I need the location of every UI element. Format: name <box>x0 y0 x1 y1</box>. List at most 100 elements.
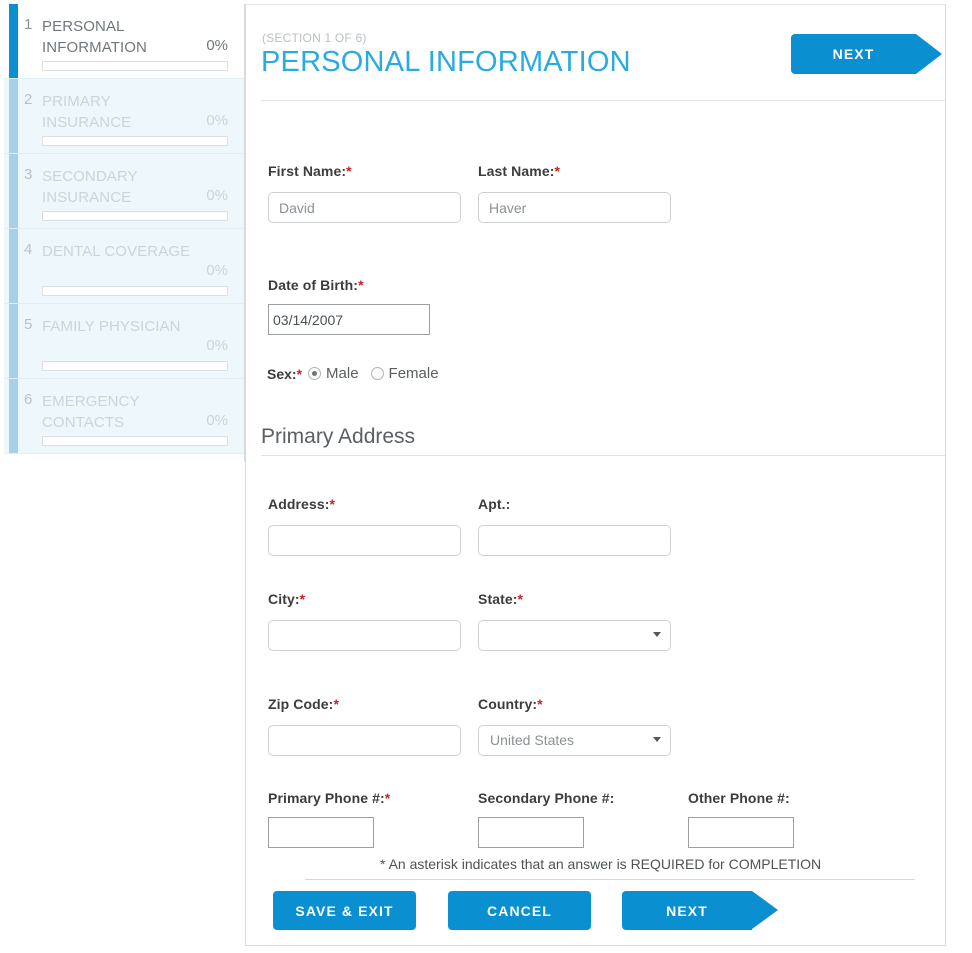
last-name-input[interactable] <box>478 192 671 223</box>
page-title: PERSONAL INFORMATION <box>261 46 631 78</box>
country-label-text: Country: <box>478 696 538 712</box>
step-label: EMERGENCY CONTACTS <box>42 393 140 431</box>
sex-option-male[interactable]: Male <box>308 365 359 382</box>
country-select[interactable]: United States <box>478 725 671 756</box>
step-progress-bar <box>42 436 228 446</box>
zip-code-label-text: Zip Code: <box>268 696 334 712</box>
footer-divider <box>305 879 915 880</box>
step-accent-bar <box>9 304 18 378</box>
sidebar-step-6[interactable]: 6 EMERGENCY CONTACTS 0% <box>4 379 244 454</box>
city-label-text: City: <box>268 591 300 607</box>
cancel-button[interactable]: CANCEL <box>448 891 591 930</box>
zip-code-label: Zip Code:* <box>268 696 339 712</box>
other-phone-input[interactable] <box>688 817 794 848</box>
sidebar-step-4[interactable]: 4 DENTAL COVERAGE 0% <box>4 229 244 304</box>
sex-required-asterisk: * <box>296 365 303 382</box>
primary-phone-input[interactable] <box>268 817 374 848</box>
step-progress-bar <box>42 61 228 71</box>
state-select[interactable] <box>478 620 671 651</box>
date-of-birth-input[interactable] <box>268 304 430 335</box>
step-accent-bar <box>9 379 18 453</box>
step-number: 6 <box>24 391 33 408</box>
apt-label: Apt.: <box>478 496 510 512</box>
primary-phone-required-asterisk: * <box>384 790 391 806</box>
save-and-exit-button[interactable]: SAVE & EXIT <box>273 891 416 930</box>
city-input[interactable] <box>268 620 461 651</box>
sidebar-step-1[interactable]: 1 PERSONAL INFORMATION 0% <box>4 4 244 79</box>
step-accent-bar <box>9 229 18 303</box>
secondary-phone-label-text: Secondary Phone #: <box>478 790 615 806</box>
chevron-down-icon <box>653 737 661 742</box>
other-phone-label: Other Phone #: <box>688 790 790 806</box>
first-name-required-asterisk: * <box>346 163 352 179</box>
next-button-bottom[interactable]: NEXT <box>622 891 778 930</box>
step-label: DENTAL COVERAGE <box>42 243 191 260</box>
step-percent: 0% <box>206 37 228 54</box>
step-progress-bar <box>42 361 228 371</box>
primary-phone-label-text: Primary Phone #: <box>268 790 385 806</box>
sex-field-group: Sex:* Male Female <box>267 365 451 382</box>
zip-code-input[interactable] <box>268 725 461 756</box>
first-name-label: First Name:* <box>268 163 352 179</box>
step-progress-bar <box>42 136 228 146</box>
step-progress-bar <box>42 286 228 296</box>
sex-option-male-label: Male <box>326 365 359 382</box>
other-phone-label-text: Other Phone #: <box>688 790 790 806</box>
apt-label-text: Apt.: <box>478 496 511 512</box>
first-name-input[interactable] <box>268 192 461 223</box>
secondary-phone-input[interactable] <box>478 817 584 848</box>
step-percent: 0% <box>206 412 228 429</box>
country-required-asterisk: * <box>537 696 543 712</box>
primary-address-heading: Primary Address <box>261 425 416 448</box>
sex-label: Sex:* <box>267 366 302 382</box>
step-percent: 0% <box>206 187 228 204</box>
step-label: PRIMARY INSURANCE <box>42 93 132 131</box>
step-progress-bar <box>42 211 228 221</box>
state-required-asterisk: * <box>517 591 524 607</box>
step-accent-bar <box>9 154 18 228</box>
date-of-birth-label-text: Date of Birth: <box>268 277 359 293</box>
first-name-label-text: First Name: <box>268 163 347 179</box>
sidebar-step-2[interactable]: 2 PRIMARY INSURANCE 0% <box>4 79 244 154</box>
step-percent: 0% <box>206 337 228 354</box>
date-of-birth-label: Date of Birth:* <box>268 277 364 293</box>
step-number: 2 <box>24 91 33 108</box>
last-name-label-text: Last Name: <box>478 163 555 179</box>
country-select-value: United States <box>490 732 575 748</box>
chevron-down-icon <box>653 632 661 637</box>
patient-intake-form-page: 1 PERSONAL INFORMATION 0% 2 PRIMARY INSURANC… <box>0 0 972 953</box>
sidebar-step-3[interactable]: 3 SECONDARY INSURANCE 0% <box>4 154 244 229</box>
section-counter: (SECTION 1 OF 6) <box>262 31 367 45</box>
address-label-text: Address: <box>268 496 330 512</box>
date-of-birth-required-asterisk: * <box>358 277 364 293</box>
secondary-phone-label: Secondary Phone #: <box>478 790 614 806</box>
radio-male-icon[interactable] <box>308 367 322 380</box>
step-accent-bar <box>9 79 18 153</box>
header-divider <box>261 100 945 101</box>
step-label: PERSONAL INFORMATION <box>42 18 147 56</box>
address-input[interactable] <box>268 525 461 556</box>
address-label: Address:* <box>268 496 335 512</box>
state-label-text: State: <box>478 591 518 607</box>
city-label: City:* <box>268 591 305 607</box>
last-name-required-asterisk: * <box>554 163 561 179</box>
step-number: 1 <box>24 16 33 33</box>
step-number: 5 <box>24 316 33 333</box>
step-number: 4 <box>24 241 33 258</box>
step-label: SECONDARY INSURANCE <box>42 168 138 206</box>
last-name-label: Last Name:* <box>478 163 560 179</box>
step-percent: 0% <box>206 262 228 279</box>
city-required-asterisk: * <box>299 591 306 607</box>
sex-option-female-label: Female <box>388 365 439 382</box>
primary-address-divider <box>261 455 945 456</box>
next-button-top[interactable]: NEXT <box>791 34 942 74</box>
sidebar-step-5[interactable]: 5 FAMILY PHYSICIAN 0% <box>4 304 244 379</box>
step-label: FAMILY PHYSICIAN <box>42 318 181 335</box>
step-accent-bar <box>9 4 18 78</box>
sex-label-text: Sex: <box>267 365 297 382</box>
primary-phone-label: Primary Phone #:* <box>268 790 390 806</box>
apt-input[interactable] <box>478 525 671 556</box>
country-label: Country:* <box>478 696 543 712</box>
sex-option-female[interactable]: Female <box>370 365 439 382</box>
radio-female-icon[interactable] <box>370 367 384 380</box>
